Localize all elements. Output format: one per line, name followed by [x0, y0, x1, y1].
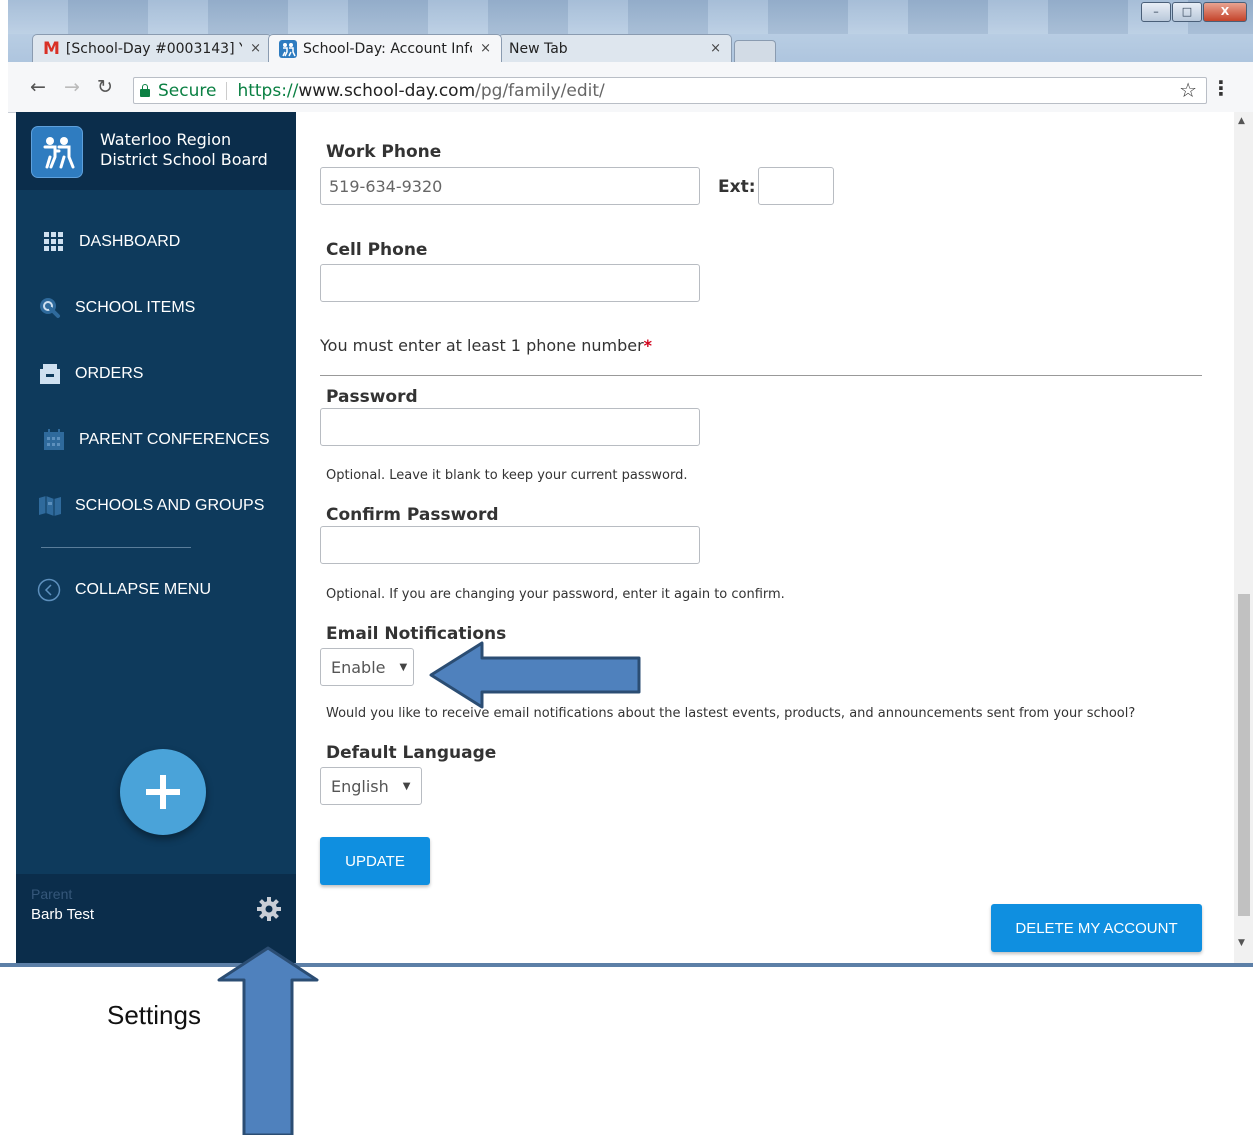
school-day-favicon	[279, 39, 297, 58]
phone-requirement-text: You must enter at least 1 phone number*	[320, 336, 652, 355]
add-button[interactable]	[120, 749, 206, 835]
close-window-button[interactable]: X	[1203, 2, 1247, 22]
plus-icon	[146, 775, 180, 809]
reload-icon[interactable]: ↻	[97, 76, 113, 98]
minimize-button[interactable]: –	[1141, 2, 1171, 22]
default-language-select[interactable]: English ▼	[320, 767, 422, 805]
sidebar-item-parent-conferences[interactable]: PARENT CONFERENCES	[16, 420, 296, 460]
confirm-password-label: Confirm Password	[326, 505, 499, 525]
brand-header[interactable]: Waterloo Region District School Board	[16, 112, 296, 190]
school-board-logo-icon	[31, 126, 83, 178]
select-value: English	[331, 776, 389, 796]
tab-title: School-Day: Account Info	[303, 40, 473, 57]
box-icon	[38, 362, 62, 386]
sidebar-item-dashboard[interactable]: DASHBOARD	[16, 222, 296, 262]
url-host: www.school-day.com	[298, 80, 476, 101]
url-path: /pg/family/edit/	[475, 80, 605, 101]
browser-menu-icon[interactable]: ⋮	[1211, 76, 1231, 100]
section-divider	[320, 375, 1202, 376]
sidebar-item-school-items[interactable]: SCHOOL ITEMS	[16, 288, 296, 328]
browser-toolbar: ← → ↻ Secure https:// www.school-day.com…	[8, 62, 1253, 113]
grid-icon	[42, 230, 66, 254]
sidebar-item-label: COLLAPSE MENU	[75, 581, 212, 598]
cell-phone-input[interactable]	[320, 264, 700, 302]
sidebar-item-label: ORDERS	[75, 365, 144, 382]
page-scrollbar[interactable]: ▲ ▼	[1234, 112, 1253, 964]
tab-strip: M [School-Day #0003143] Y × School-Day: …	[32, 34, 776, 63]
user-name: Barb Test	[31, 906, 95, 923]
brand-line-1: Waterloo Region	[100, 130, 232, 149]
browser-window: – □ X M [School-Day #0003143] Y × School…	[8, 0, 1253, 966]
scroll-down-icon[interactable]: ▼	[1238, 938, 1245, 948]
default-language-label: Default Language	[326, 743, 497, 763]
settings-callout-label: Settings	[107, 1000, 201, 1030]
password-input[interactable]	[320, 408, 700, 446]
gear-icon[interactable]	[256, 896, 282, 922]
cell-phone-label: Cell Phone	[326, 240, 428, 260]
ext-label: Ext:	[718, 177, 756, 197]
maximize-button[interactable]: □	[1172, 2, 1202, 22]
update-button[interactable]: UPDATE	[320, 837, 430, 885]
sidebar-item-orders[interactable]: ORDERS	[16, 354, 296, 394]
delete-account-button[interactable]: DELETE MY ACCOUNT	[991, 904, 1202, 952]
select-value: Enable	[331, 657, 386, 677]
tab-account-info[interactable]: School-Day: Account Info ×	[268, 34, 502, 62]
address-bar[interactable]: Secure https:// www.school-day.com /pg/f…	[133, 77, 1207, 104]
bookmark-star-icon[interactable]: ☆	[1179, 78, 1197, 102]
sidebar-item-label: SCHOOLS AND GROUPS	[75, 497, 265, 514]
secure-indicator[interactable]: Secure	[134, 81, 216, 101]
email-notifications-select[interactable]: Enable ▼	[320, 648, 414, 686]
taskbar-edge	[0, 963, 1253, 967]
new-tab-button[interactable]	[734, 40, 776, 63]
window-controls: – □ X	[1140, 2, 1247, 22]
phone-requirement: You must enter at least 1 phone number	[320, 336, 644, 355]
user-role: Parent	[31, 886, 73, 902]
confirm-password-note: Optional. If you are changing your passw…	[326, 587, 785, 602]
arrow-left-annotation-icon	[429, 641, 641, 709]
caret-down-icon: ▼	[399, 661, 408, 673]
account-form: Work Phone 519-634-9320 Ext: Cell Phone …	[296, 112, 1234, 964]
tab-close-icon[interactable]: ×	[250, 41, 261, 56]
calendar-icon	[42, 428, 66, 452]
gmail-icon: M	[43, 38, 60, 59]
confirm-password-input[interactable]	[320, 526, 700, 564]
sidebar-item-label: SCHOOL ITEMS	[75, 299, 196, 316]
tab-title: [School-Day #0003143] Y	[65, 40, 243, 57]
sidebar-item-collapse-menu[interactable]: COLLAPSE MENU	[16, 570, 296, 610]
caret-down-icon: ▼	[402, 780, 411, 792]
map-icon	[38, 494, 62, 518]
sidebar-item-schools-and-groups[interactable]: SCHOOLS AND GROUPS	[16, 486, 296, 526]
secure-label: Secure	[158, 80, 217, 101]
ext-input[interactable]	[758, 167, 834, 205]
required-marker: *	[643, 336, 653, 355]
sidebar-item-label: DASHBOARD	[79, 233, 181, 250]
work-phone-input[interactable]: 519-634-9320	[320, 167, 700, 205]
password-note: Optional. Leave it blank to keep your cu…	[326, 468, 688, 483]
brand-line-2: District School Board	[100, 150, 268, 169]
password-label: Password	[326, 387, 418, 407]
sidebar: Waterloo Region District School Board DA…	[16, 112, 296, 964]
tab-gmail[interactable]: M [School-Day #0003143] Y ×	[32, 34, 272, 62]
sidebar-item-label: PARENT CONFERENCES	[79, 431, 270, 448]
scroll-thumb[interactable]	[1238, 594, 1250, 916]
tab-new-tab[interactable]: New Tab ×	[498, 34, 732, 62]
tab-close-icon[interactable]: ×	[480, 41, 491, 56]
back-arrow-icon[interactable]: ←	[30, 76, 46, 98]
page-viewport: Waterloo Region District School Board DA…	[8, 112, 1253, 964]
school-board-name: Waterloo Region District School Board	[100, 130, 268, 170]
url-separator	[226, 81, 228, 100]
tab-close-icon[interactable]: ×	[710, 41, 721, 56]
url-scheme: https://	[237, 80, 299, 101]
forward-arrow-icon[interactable]: →	[64, 76, 80, 98]
scroll-up-icon[interactable]: ▲	[1238, 116, 1245, 126]
search-icon	[38, 296, 62, 320]
sidebar-divider	[41, 547, 191, 548]
lock-icon	[140, 83, 150, 97]
tab-title: New Tab	[509, 40, 568, 57]
work-phone-label: Work Phone	[326, 142, 442, 162]
arrow-up-annotation-icon	[217, 946, 319, 1135]
chevron-left-icon	[37, 578, 61, 602]
